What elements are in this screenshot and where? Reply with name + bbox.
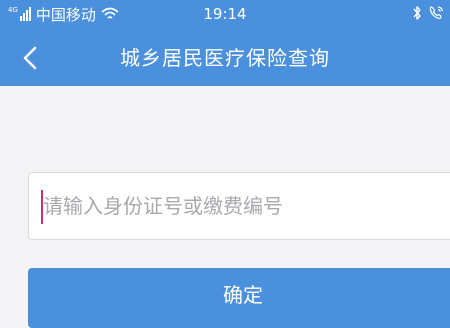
nav-bar: 城乡居民医疗保险查询 [0,30,450,86]
id-input-container[interactable] [28,172,450,240]
bluetooth-icon [413,6,421,20]
status-bar: 4G 中国移动 19:14 [0,0,450,30]
confirm-button[interactable]: 确定 [28,268,450,328]
status-time: 19:14 [203,5,247,23]
phone-icon [429,6,444,19]
id-number-input[interactable] [43,173,443,239]
status-right [412,5,444,21]
page-title: 城乡居民医疗保险查询 [120,46,330,70]
